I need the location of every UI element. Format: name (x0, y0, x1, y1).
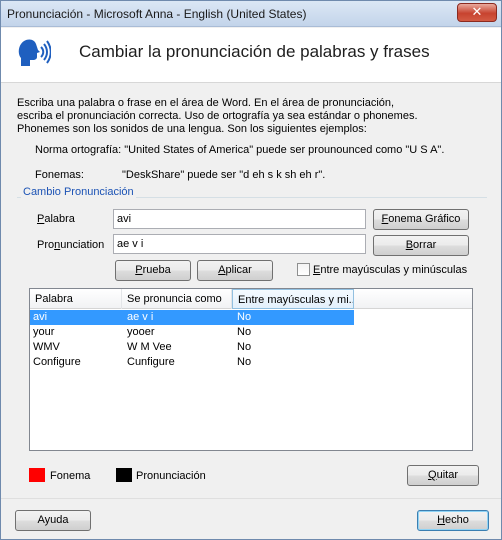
column-header-pronuncia[interactable]: Se pronuncia como (122, 289, 232, 309)
palabra-label-rest: alabra (44, 213, 75, 225)
fonema-color-swatch (29, 468, 45, 482)
column-header-palabra[interactable]: Palabra (30, 289, 122, 309)
table-row[interactable]: avi ae v i No (30, 310, 354, 325)
palabra-label: Palabra (37, 213, 75, 225)
fonema-grafico-button[interactable]: Fonema Gráfico (373, 209, 469, 230)
cell-word: Configure (33, 356, 81, 368)
table-row[interactable]: WMV W M Vee No (30, 340, 472, 355)
pronunciacion-color-swatch (116, 468, 132, 482)
pronunciation-label: Pronunciation (37, 239, 105, 251)
cell-case: No (237, 356, 252, 368)
window-title: Pronunciación - Microsoft Anna - English… (7, 7, 307, 21)
page-title: Cambiar la pronunciación de palabras y f… (79, 42, 430, 61)
cell-case: No (237, 341, 252, 353)
pronunciation-label-a: Pro (37, 239, 55, 251)
example-standard: Norma ortografía: "United States of Amer… (35, 144, 445, 156)
case-sensitive-label[interactable]: Entre mayúsculas y minúsculas (313, 264, 467, 276)
description-line: escriba el pronunciación correcta. Uso d… (17, 110, 418, 122)
example-phonemes-label: Fonemas: (35, 169, 84, 181)
cell-pron: ae v i (127, 311, 154, 323)
fonema-legend-label: Fonema (50, 470, 91, 482)
pronunciacion-legend-label: Pronunciación (136, 470, 206, 482)
description-line: Escriba una palabra o frase en el área d… (17, 97, 395, 109)
prueba-button[interactable]: Prueba (115, 260, 191, 281)
pronunciation-dialog: Pronunciación - Microsoft Anna - English… (0, 0, 502, 540)
close-icon: ✕ (471, 5, 483, 20)
case-sensitive-label-rest: ntre mayúsculas y minúsculas (320, 264, 468, 276)
cell-word: your (33, 326, 55, 338)
fonema-grafico-label: onema Gráfico (388, 213, 461, 225)
example-phonemes-text: "DeskShare" puede ser "d eh s k sh eh r"… (122, 169, 326, 181)
description-text: Escriba una palabra o frase en el área d… (17, 97, 487, 136)
ayuda-button[interactable]: Ayuda (15, 510, 91, 531)
group-title: Cambio Pronunciación (21, 186, 136, 198)
pronunciation-label-b: unciation (60, 239, 105, 251)
table-row[interactable]: Configure Cunfigure No (30, 355, 472, 370)
cell-case: No (237, 326, 252, 338)
cell-word: avi (33, 311, 48, 323)
cell-pron: Cunfigure (127, 356, 175, 368)
header-band: Cambiar la pronunciación de palabras y f… (1, 28, 501, 83)
palabra-input[interactable]: avi (113, 209, 366, 229)
pronunciation-input[interactable]: ae v i (113, 234, 366, 254)
column-header-case[interactable]: Entre mayúsculas y mi... (232, 289, 354, 309)
borrar-button[interactable]: Borrar (373, 235, 469, 256)
table-row[interactable]: your yooer No (30, 325, 472, 340)
cell-word: WMV (33, 341, 60, 353)
cell-pron: yooer (127, 326, 155, 338)
hecho-button[interactable]: Hecho (417, 510, 489, 531)
cell-pron: W M Vee (127, 341, 172, 353)
cell-case: No (237, 311, 252, 323)
case-sensitive-checkbox[interactable] (297, 263, 310, 276)
prueba-label: rueba (142, 264, 171, 276)
close-button[interactable]: ✕ (457, 3, 497, 22)
quitar-label: uitar (436, 469, 458, 481)
borrar-label: orrar (413, 239, 437, 251)
speaking-head-icon (18, 39, 51, 66)
description-line: Phonemes son los sonidos de una lengua. … (17, 123, 367, 135)
list-header: Palabra Se pronuncia como Entre mayúscul… (30, 289, 472, 309)
aplicar-button[interactable]: Aplicar (197, 260, 273, 281)
pronunciation-list[interactable]: Palabra Se pronuncia como Entre mayúscul… (29, 288, 473, 451)
quitar-button[interactable]: Quitar (407, 465, 479, 486)
hecho-label: echo (445, 514, 469, 526)
aplicar-label: plicar (225, 264, 252, 276)
title-bar[interactable]: Pronunciación - Microsoft Anna - English… (1, 1, 501, 27)
